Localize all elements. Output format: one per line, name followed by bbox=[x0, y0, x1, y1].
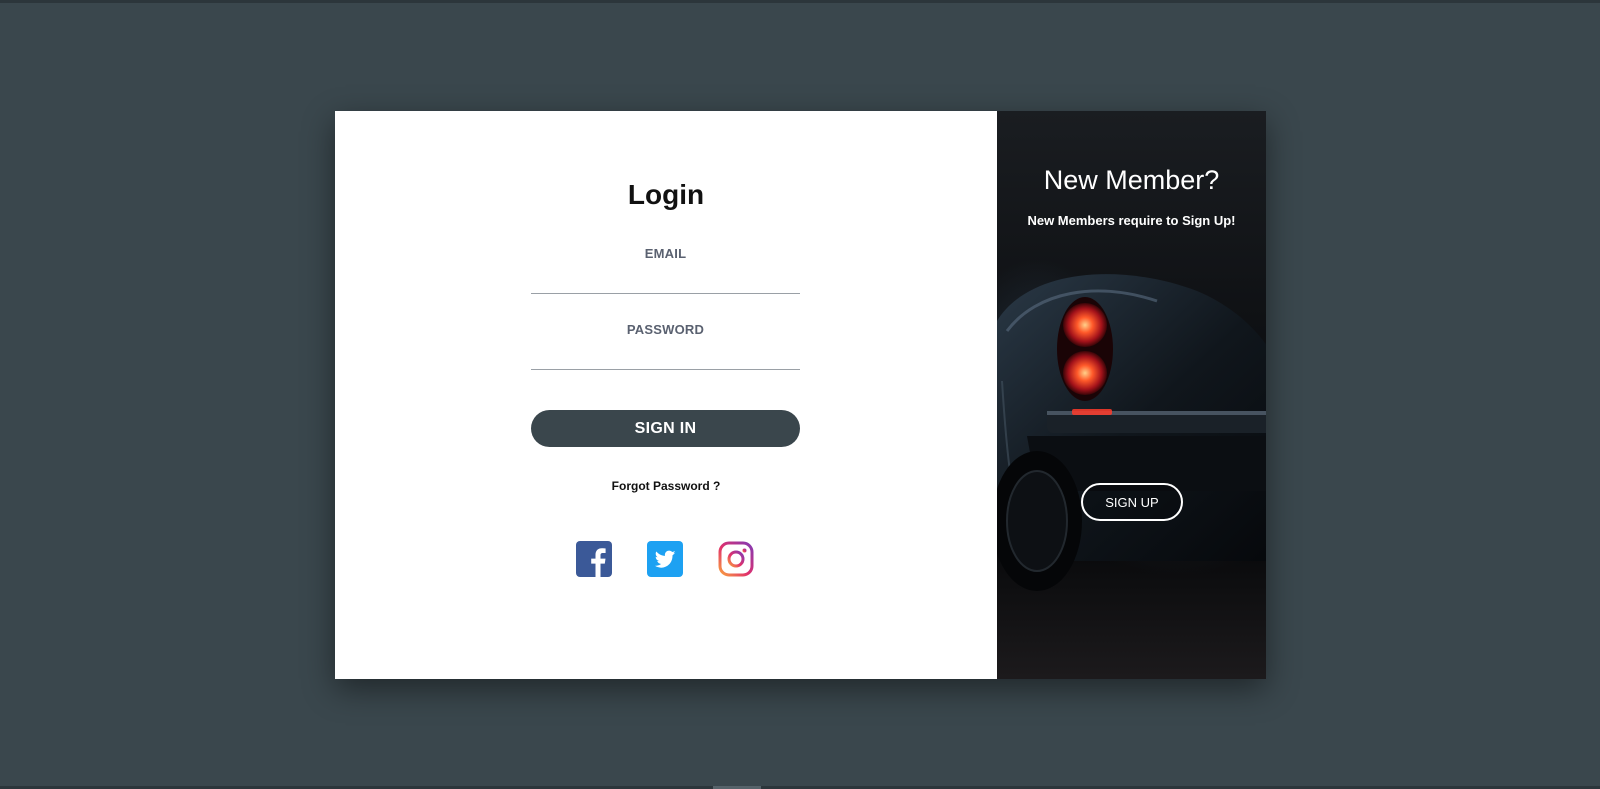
forgot-password-link[interactable]: Forgot Password ? bbox=[335, 479, 997, 493]
twitter-login-button[interactable] bbox=[647, 541, 683, 577]
login-title: Login bbox=[627, 179, 705, 210]
password-field-group: PASSWORD bbox=[531, 322, 800, 370]
instagram-login-button[interactable] bbox=[718, 541, 754, 577]
auth-card: Login EMAIL PASSWORD SIGN IN Forgot Pass… bbox=[335, 111, 1266, 679]
email-label: EMAIL bbox=[644, 246, 687, 261]
email-input[interactable] bbox=[531, 265, 800, 294]
facebook-login-button[interactable] bbox=[576, 541, 612, 577]
instagram-icon bbox=[718, 541, 754, 577]
facebook-icon bbox=[576, 541, 612, 577]
car-taillight-image bbox=[997, 274, 1266, 591]
email-field-group: EMAIL bbox=[531, 246, 800, 294]
login-panel: Login EMAIL PASSWORD SIGN IN Forgot Pass… bbox=[335, 111, 997, 679]
top-strip bbox=[0, 0, 1600, 3]
signup-panel: New Member? New Members require to Sign … bbox=[997, 111, 1266, 679]
password-input[interactable] bbox=[531, 341, 800, 370]
new-member-subtitle: New Members require to Sign Up! bbox=[1027, 213, 1236, 228]
twitter-icon bbox=[647, 541, 683, 577]
new-member-title: New Member? bbox=[1043, 165, 1220, 195]
password-label: PASSWORD bbox=[626, 322, 705, 337]
sign-in-button[interactable]: SIGN IN bbox=[531, 410, 800, 447]
social-login-row bbox=[576, 541, 754, 577]
sign-up-button[interactable]: SIGN UP bbox=[1081, 483, 1183, 521]
